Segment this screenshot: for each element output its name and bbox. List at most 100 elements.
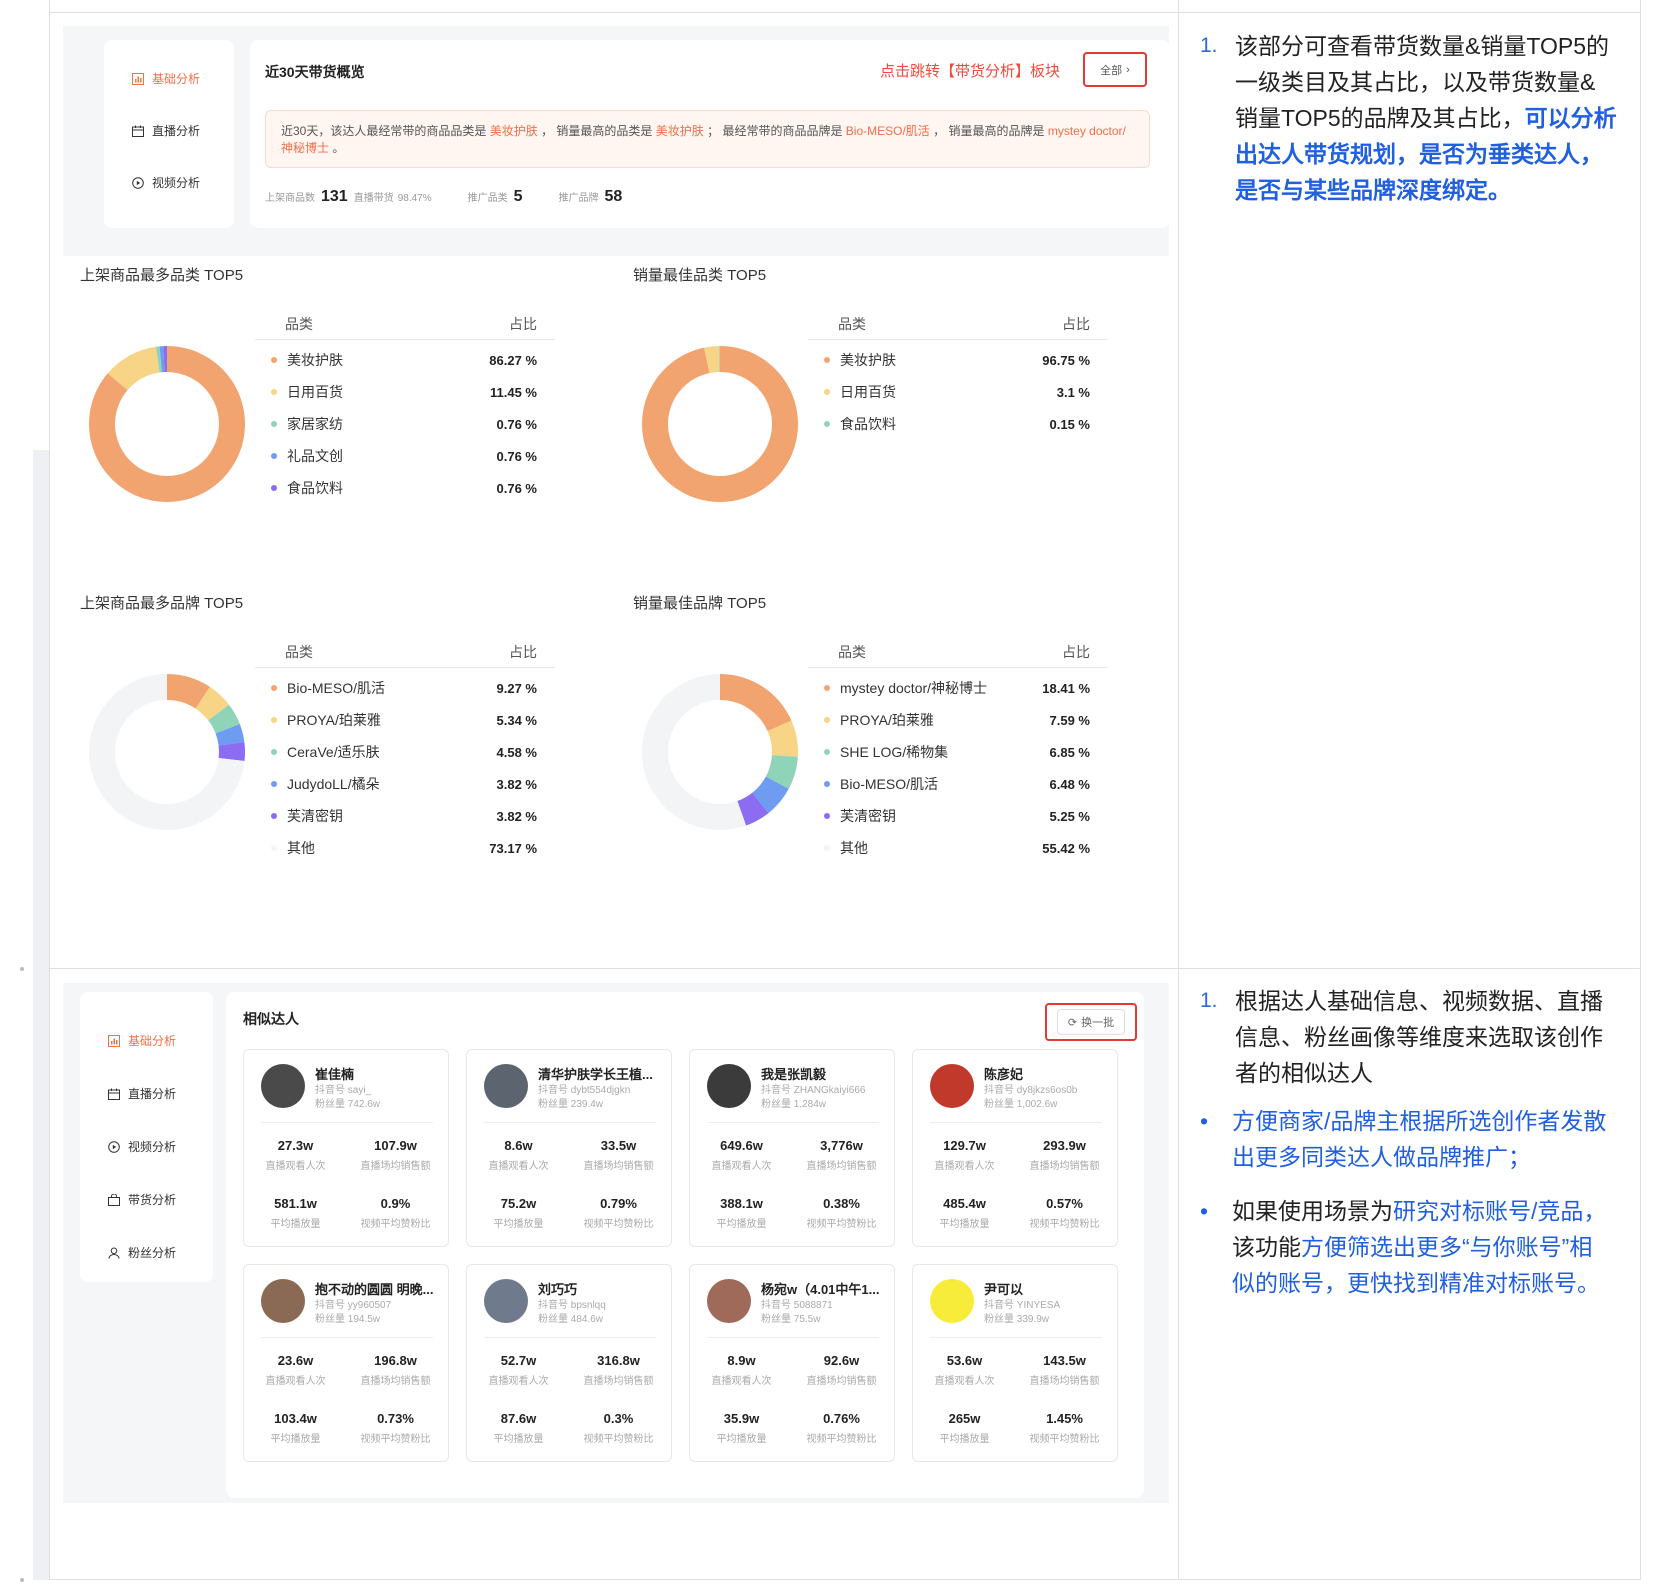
metric-value: 0.38%: [823, 1196, 860, 1211]
metric-label: 视频平均赞粉比: [360, 1219, 431, 1230]
legend-row[interactable]: PROYA/珀莱雅 7.59 %: [808, 704, 1108, 736]
legend-row[interactable]: SHE LOG/稀物集 6.85 %: [808, 736, 1108, 768]
view-all-button[interactable]: 全部 ›: [1083, 52, 1147, 87]
legend-row[interactable]: mystey doctor/神秘博士 18.41 %: [808, 672, 1108, 704]
legend-row[interactable]: 食品饮料 0.76 %: [255, 472, 555, 504]
overview-card: 近30天带货概览 点击跳转【带货分析】板块 全部 › 近30天，该达人最经常带的…: [250, 40, 1170, 228]
legend-row[interactable]: 礼品文创 0.76 %: [255, 440, 555, 472]
note-line: 似的账号，更快找到精准对标账号。: [1232, 1270, 1600, 1296]
legend-row[interactable]: Bio-MESO/肌活 9.27 %: [255, 672, 555, 704]
legend-row[interactable]: 日用百货 3.1 %: [808, 376, 1108, 408]
kol-metric: 0.3% 视频平均赞粉比: [567, 1411, 670, 1445]
kol-card[interactable]: 崔佳楠 抖音号 sayi_ 粉丝量 742.6w 27.3w 直播观看人次 107.9w 直…: [243, 1049, 449, 1247]
metric-label: 平均播放量: [716, 1434, 767, 1445]
divider: [930, 1337, 1102, 1338]
legend-row[interactable]: PROYA/珀莱雅 5.34 %: [255, 704, 555, 736]
legend-header-ratio: 占比: [509, 316, 537, 332]
kol-metric: 196.8w 直播场均销售额: [344, 1353, 447, 1387]
kol-card[interactable]: 抱不动的圆圆 明晚... 抖音号 yy960507 粉丝量 194.5w 23.6w 直…: [243, 1264, 449, 1462]
metric-value: 27.3w: [277, 1138, 314, 1153]
avatar[interactable]: [484, 1279, 528, 1323]
legend-row[interactable]: 日用百货 11.45 %: [255, 376, 555, 408]
divider: [261, 1122, 433, 1123]
metric-value: 103.4w: [274, 1411, 317, 1426]
legend-header: 品类 占比: [808, 642, 1108, 668]
legend-row[interactable]: Bio-MESO/肌活 6.48 %: [808, 768, 1108, 800]
legend-dot: [271, 485, 277, 491]
nav-item-video[interactable]: 视频分析: [108, 1138, 176, 1155]
nav-item-sales[interactable]: 带货分析: [108, 1191, 176, 1208]
legend-row[interactable]: 美妆护肤 86.27 %: [255, 344, 555, 376]
avatar[interactable]: [707, 1279, 751, 1323]
metric-label: 视频平均赞粉比: [806, 1434, 877, 1445]
metric-value: 1.45%: [1046, 1411, 1083, 1426]
legend-row[interactable]: 美妆护肤 96.75 %: [808, 344, 1108, 376]
metric-label: 直播观看人次: [711, 1376, 772, 1387]
legend-row[interactable]: CeraVe/适乐肤 4.58 %: [255, 736, 555, 768]
chart-title: 销量最佳品类 TOP5: [633, 267, 767, 284]
avatar[interactable]: [261, 1279, 305, 1323]
kol-card[interactable]: 杨宛w（4.01中午1... 抖音号 5088871 粉丝量 75.5w 8.9w 直播…: [689, 1264, 895, 1462]
kol-metric: 8.9w 直播观看人次: [690, 1353, 793, 1387]
nav-item-label: 基础分析: [128, 1034, 177, 1048]
legend-row[interactable]: 家居家纺 0.76 %: [255, 408, 555, 440]
nav-item-video[interactable]: 视频分析: [132, 174, 200, 191]
metric-label: 直播场均销售额: [583, 1376, 654, 1387]
metric-value: 3,776w: [820, 1138, 863, 1153]
legend-header-ratio: 占比: [509, 644, 537, 660]
kol-metric: 0.76% 视频平均赞粉比: [790, 1411, 893, 1445]
legend-dot: [271, 453, 277, 459]
metric-label: 直播场均销售额: [806, 1161, 877, 1172]
avatar[interactable]: [484, 1064, 528, 1108]
nav-item-basic[interactable]: 基础分析: [108, 1032, 176, 1049]
kol-card[interactable]: 刘巧巧 抖音号 bpsnlqq 粉丝量 484.6w 52.7w 直播观看人次 316.8…: [466, 1264, 672, 1462]
avatar[interactable]: [930, 1279, 974, 1323]
avatar[interactable]: [930, 1064, 974, 1108]
donut-slice[interactable]: [720, 674, 792, 732]
kol-card[interactable]: 清华护肤学长王植... 抖音号 dybt554djgkn 粉丝量 239.4w 8.6…: [466, 1049, 672, 1247]
refresh-batch-button[interactable]: ⟳ 换一批: [1045, 1003, 1137, 1041]
kol-card[interactable]: 陈彦妃 抖音号 dy8jkzs6os0b 粉丝量 1,002.6w 129.7w 直播观…: [912, 1049, 1118, 1247]
note-line: 者的相似达人: [1235, 1060, 1373, 1086]
note-line: 该部分可查看带货数量&销量TOP5的: [1235, 33, 1609, 59]
avatar[interactable]: [707, 1064, 751, 1108]
legend-row[interactable]: 食品饮料 0.15 %: [808, 408, 1108, 440]
nav-item-live[interactable]: 直播分析: [132, 122, 200, 139]
summary-highlight: Bio-MESO/肌活: [845, 124, 930, 138]
kol-metric: 581.1w 平均播放量: [244, 1196, 347, 1230]
metric-value: 485.4w: [943, 1196, 986, 1211]
kol-card[interactable]: 我是张凯毅 抖音号 ZHANGkaiyi666 粉丝量 1,284w 649.6w 直播…: [689, 1049, 895, 1247]
legend-row[interactable]: 芙清密钥 3.82 %: [255, 800, 555, 832]
kol-metric: 8.6w 直播观看人次: [467, 1138, 570, 1172]
kol-metric: 52.7w 直播观看人次: [467, 1353, 570, 1387]
avatar[interactable]: [261, 1064, 305, 1108]
donut-chart-category-listed: [88, 346, 245, 502]
jump-link-text[interactable]: 点击跳转【带货分析】板块: [880, 60, 1060, 81]
legend-dot: [824, 421, 830, 427]
legend-name: 芙清密钥: [840, 808, 896, 824]
note-number: 1.: [1200, 34, 1218, 57]
kol-meta: 抖音号 5088871: [761, 1300, 833, 1311]
metric-value: 649.6w: [720, 1138, 763, 1153]
nav-item-live[interactable]: 直播分析: [108, 1085, 176, 1102]
legend-row[interactable]: JudydoLL/橘朵 3.82 %: [255, 768, 555, 800]
chart-legend: 品类 占比 美妆护肤 86.27 % 日用百货 11.45 % 家居家纺 0.76 % 礼品文创…: [255, 314, 555, 504]
legend-value: 73.17 %: [489, 840, 537, 856]
refresh-label: 换一批: [1081, 1017, 1115, 1029]
donut-chart-brand-sales: [642, 674, 798, 830]
metric-label: 视频平均赞粉比: [1029, 1219, 1100, 1230]
analysis-nav: 基础分析 直播分析 视频分析: [104, 40, 234, 228]
legend-row[interactable]: 其他 55.42 %: [808, 832, 1108, 864]
kol-card[interactable]: 尹可以 抖音号 YINYESA 粉丝量 339.9w 53.6w 直播观看人次 143.5…: [912, 1264, 1118, 1462]
nav-item-fans[interactable]: 粉丝分析: [108, 1244, 176, 1261]
legend-row[interactable]: 芙清密钥 5.25 %: [808, 800, 1108, 832]
legend-header-name: 品类: [838, 316, 866, 332]
nav-item-basic[interactable]: 基础分析: [132, 70, 200, 87]
donut-slice[interactable]: [218, 742, 246, 761]
legend-row[interactable]: 其他 73.17 %: [255, 832, 555, 864]
metric-value: 33.5w: [600, 1138, 637, 1153]
kol-metric: 23.6w 直播观看人次: [244, 1353, 347, 1387]
nav-item-label: 视频分析: [128, 1140, 177, 1154]
metric-label: 直播场均销售额: [1029, 1376, 1100, 1387]
legend-dot: [271, 717, 277, 723]
